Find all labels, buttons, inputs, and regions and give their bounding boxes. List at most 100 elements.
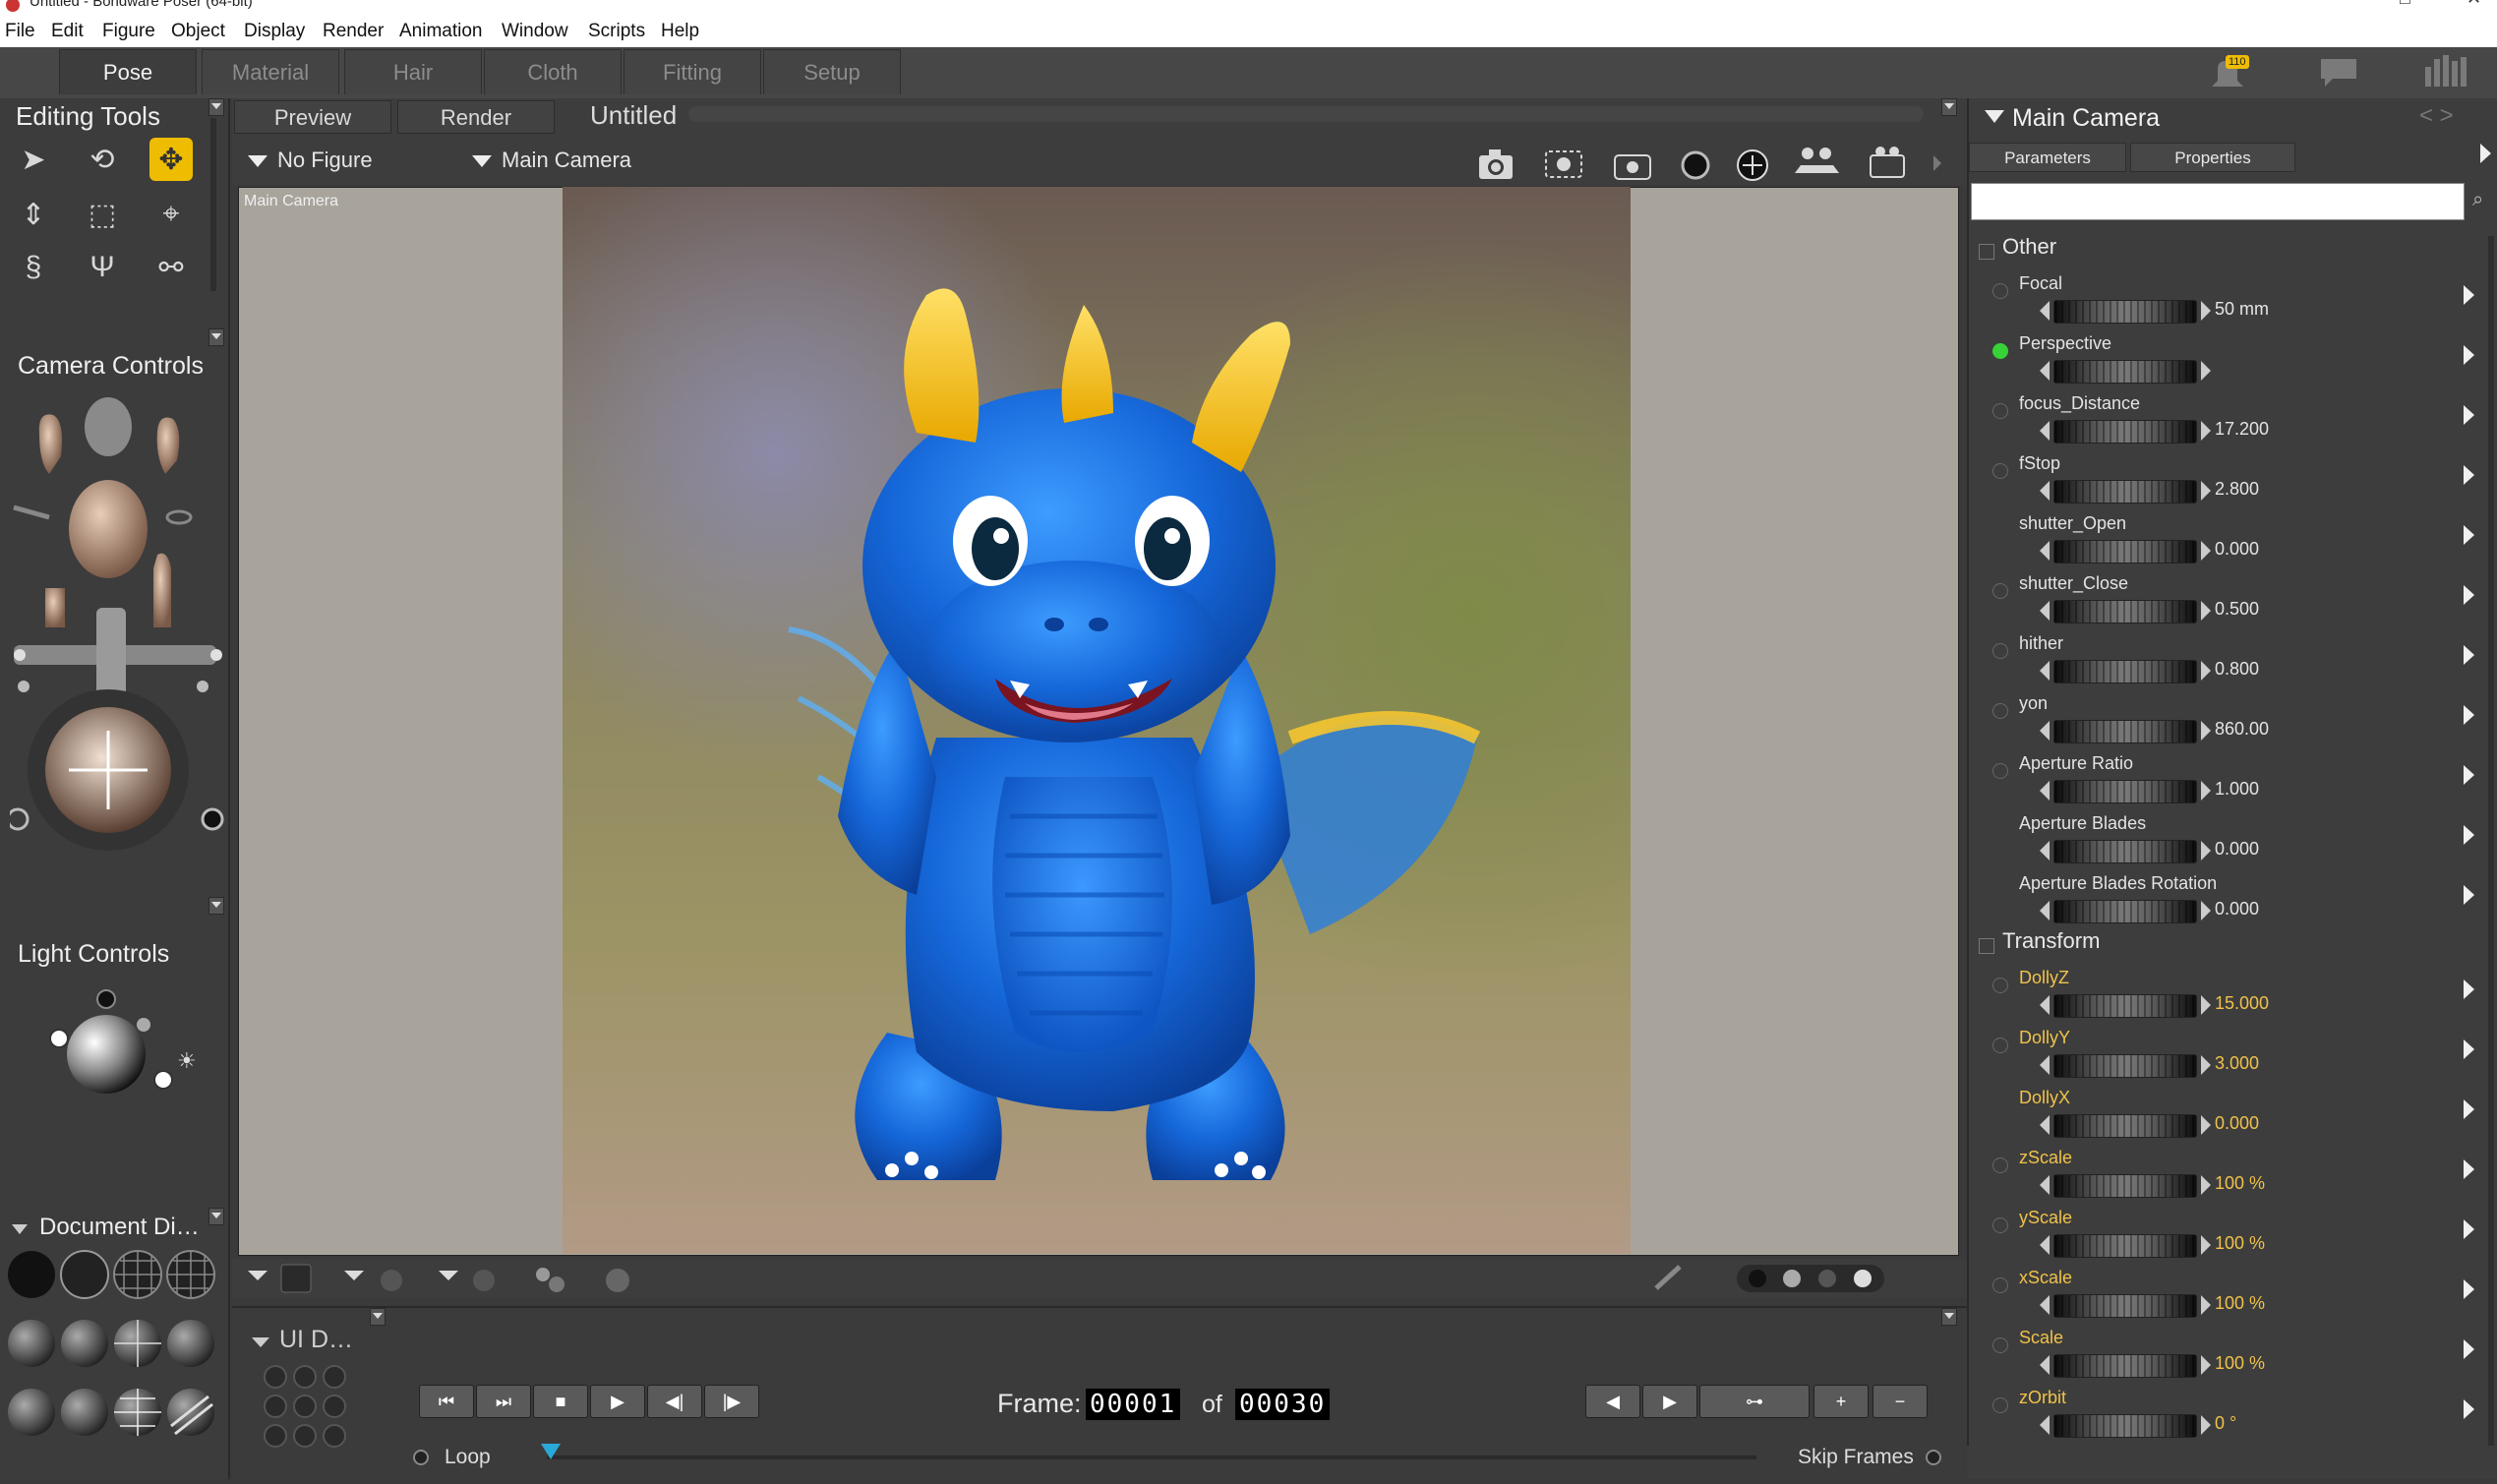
zorbit-dial[interactable]	[2053, 1414, 2197, 1438]
param-menu-arrow-icon[interactable]	[2464, 285, 2474, 305]
tab-pose[interactable]: Pose	[59, 49, 197, 94]
increment-icon[interactable]	[2201, 301, 2211, 321]
decrement-icon[interactable]	[2040, 1235, 2050, 1255]
skip-frames-radio[interactable]	[1926, 1450, 1941, 1465]
increment-icon[interactable]	[2201, 541, 2211, 561]
delete-keyframe-button[interactable]: −	[1873, 1385, 1928, 1418]
shutter-close-dial[interactable]	[2053, 600, 2197, 623]
increment-icon[interactable]	[2201, 1355, 2211, 1375]
yon-radio[interactable]	[1992, 703, 2008, 719]
dollyy-dial[interactable]	[2053, 1054, 2197, 1078]
main-camera-icon[interactable]	[1475, 144, 1518, 183]
fstop-radio[interactable]	[1992, 463, 2008, 479]
collapse-icon[interactable]	[1985, 110, 2004, 123]
increment-icon[interactable]	[2201, 361, 2211, 381]
hither-radio[interactable]	[1992, 643, 2008, 659]
increment-icon[interactable]	[2201, 1115, 2211, 1135]
edit-keyframes-button[interactable]: ⊶	[1699, 1385, 1810, 1418]
figure-select[interactable]: No Figure	[248, 148, 373, 173]
editing-tools-menu-icon[interactable]	[208, 98, 224, 116]
xscale-radio[interactable]	[1992, 1277, 2008, 1293]
aperture-ratio-radio[interactable]	[1992, 763, 2008, 779]
increment-icon[interactable]	[2201, 1235, 2211, 1255]
maximize-icon[interactable]: □	[2400, 0, 2410, 7]
editing-tools-scrollbar[interactable]	[210, 118, 216, 291]
rotate-tool-icon[interactable]: ⟲	[81, 138, 124, 181]
param-menu-arrow-icon[interactable]	[2464, 1099, 2474, 1119]
focal-dial[interactable]	[2053, 300, 2197, 324]
param-value[interactable]: 100 %	[2215, 1233, 2265, 1254]
select-tool-icon[interactable]: ➤	[12, 138, 55, 181]
param-value[interactable]: 0.500	[2215, 599, 2259, 620]
chat-icon[interactable]	[2319, 57, 2358, 89]
increment-icon[interactable]	[2201, 481, 2211, 501]
param-menu-arrow-icon[interactable]	[2464, 825, 2474, 845]
param-value[interactable]: 100 %	[2215, 1173, 2265, 1194]
notification-bell-icon[interactable]: 110	[2208, 55, 2251, 90]
scale-dial[interactable]	[2053, 1354, 2197, 1378]
dolly-camera-icon[interactable]	[1609, 144, 1658, 183]
shutter-open-dial[interactable]	[2053, 540, 2197, 564]
dollyy-radio[interactable]	[1992, 1038, 2008, 1053]
menu-window[interactable]: Window	[502, 21, 568, 42]
scale-radio[interactable]	[1992, 1337, 2008, 1353]
param-menu-arrow-icon[interactable]	[2464, 465, 2474, 485]
light-controls-menu-icon[interactable]	[208, 897, 224, 915]
param-value[interactable]: 0.000	[2215, 899, 2259, 920]
menu-edit[interactable]: Edit	[51, 21, 84, 42]
timeline-track[interactable]	[547, 1455, 1756, 1459]
camera-controls-widget[interactable]	[6, 391, 226, 854]
decrement-icon[interactable]	[2040, 781, 2050, 801]
dollyz-radio[interactable]	[1992, 978, 2008, 993]
translate-in-out-icon[interactable]: ⇕	[12, 193, 55, 236]
increment-icon[interactable]	[2201, 1055, 2211, 1075]
param-value[interactable]: 860.00	[2215, 719, 2269, 740]
camera-select[interactable]: Main Camera	[472, 148, 631, 173]
display-style-buttons[interactable]	[6, 1249, 222, 1479]
decrement-icon[interactable]	[2040, 1055, 2050, 1075]
param-value[interactable]: 17.200	[2215, 419, 2269, 440]
next-keyframe-button[interactable]: ▶	[1642, 1385, 1697, 1418]
decrement-icon[interactable]	[2040, 661, 2050, 681]
param-menu-arrow-icon[interactable]	[2464, 645, 2474, 665]
collapse-icon[interactable]	[252, 1337, 269, 1347]
face-camera-icon[interactable]	[1674, 144, 1717, 183]
tab-preview[interactable]: Preview	[234, 100, 391, 134]
menu-animation[interactable]: Animation	[399, 21, 483, 42]
preview-style-toggle[interactable]	[1737, 1265, 1884, 1292]
param-menu-arrow-icon[interactable]	[2464, 1339, 2474, 1359]
param-value[interactable]: 15.000	[2215, 993, 2269, 1014]
param-value[interactable]: 3.000	[2215, 1053, 2259, 1074]
increment-icon[interactable]	[2201, 1175, 2211, 1195]
play-button[interactable]: ▶	[590, 1385, 645, 1418]
param-value[interactable]: 1.000	[2215, 779, 2259, 800]
increment-icon[interactable]	[2201, 1415, 2211, 1435]
library-icon[interactable]	[2421, 53, 2470, 89]
menu-render[interactable]: Render	[323, 21, 384, 42]
stop-button[interactable]: ■	[533, 1385, 588, 1418]
yscale-dial[interactable]	[2053, 1234, 2197, 1258]
decrement-icon[interactable]	[2040, 421, 2050, 441]
menu-display[interactable]: Display	[244, 21, 305, 42]
increment-icon[interactable]	[2201, 1295, 2211, 1315]
prev-next-arrows-icon[interactable]: < >	[2419, 102, 2454, 130]
param-menu-arrow-icon[interactable]	[2464, 345, 2474, 365]
ui-dots-menu-icon[interactable]	[370, 1308, 386, 1326]
posing-camera-icon[interactable]	[1731, 144, 1774, 183]
param-menu-arrow-icon[interactable]	[2464, 979, 2474, 999]
param-menu-arrow-icon[interactable]	[2464, 405, 2474, 425]
menu-scripts[interactable]: Scripts	[588, 21, 645, 42]
zscale-dial[interactable]	[2053, 1174, 2197, 1198]
taper-tool-icon[interactable]: ⌖	[149, 193, 193, 236]
decrement-icon[interactable]	[2040, 541, 2050, 561]
zscale-radio[interactable]	[1992, 1158, 2008, 1173]
aperture-ratio-dial[interactable]	[2053, 780, 2197, 803]
increment-icon[interactable]	[2201, 661, 2211, 681]
param-value[interactable]: 50 mm	[2215, 299, 2269, 320]
increment-icon[interactable]	[2201, 421, 2211, 441]
aperture-blades-rotation-dial[interactable]	[2053, 900, 2197, 923]
focus-distance-radio[interactable]	[1992, 403, 2008, 419]
decrement-icon[interactable]	[2040, 1355, 2050, 1375]
ruler-icon[interactable]	[1648, 1265, 1688, 1292]
decrement-icon[interactable]	[2040, 481, 2050, 501]
